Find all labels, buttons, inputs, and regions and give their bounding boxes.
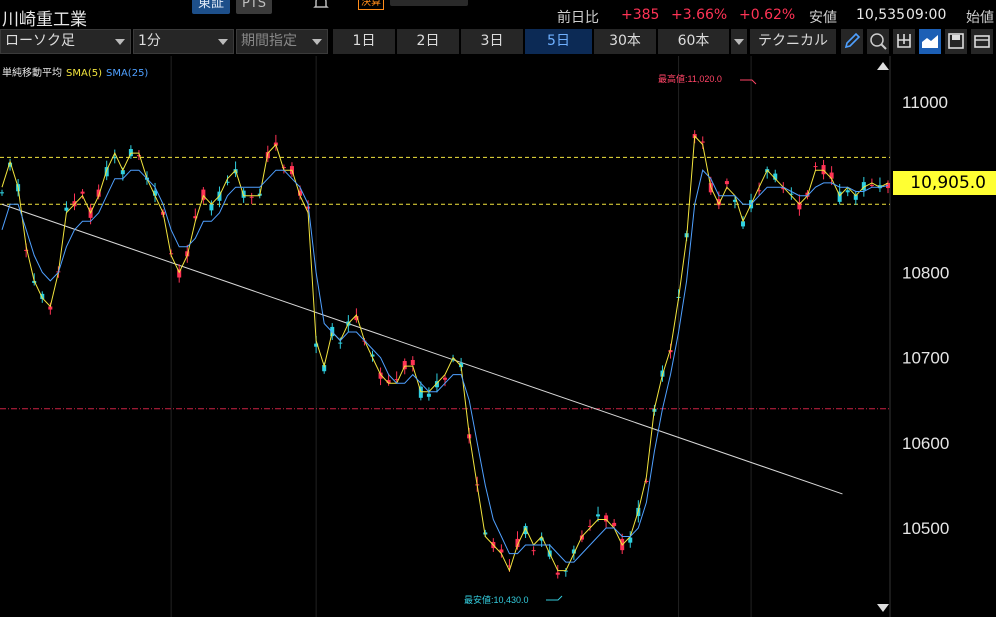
open-label: 始値 (966, 10, 994, 26)
high-price-label: 最高値:11,020.0 (658, 73, 722, 84)
technical-button[interactable]: テクニカル (750, 29, 836, 54)
prev-day-label: 前日比 (557, 10, 599, 26)
candle-body (410, 359, 415, 366)
more-periods-dropdown[interactable] (731, 29, 747, 54)
tab-exchange-tosho[interactable]: 東証 (192, 0, 231, 14)
y-tick-label: 10800 (902, 263, 949, 282)
period-tab-3d[interactable]: 3日 (461, 29, 523, 54)
area-chart-icon[interactable] (919, 29, 941, 54)
alert-bell-icon[interactable] (311, 0, 331, 14)
price-change-pct: +3.66% (671, 7, 728, 23)
chart-type-select[interactable]: ローソク足 (0, 29, 131, 54)
scroll-up-icon (877, 62, 889, 70)
low-label: 安値 (809, 10, 837, 26)
chart-type-value: ローソク足 (5, 33, 75, 49)
candle-body (555, 572, 560, 575)
y-tick-label: 10600 (902, 434, 949, 453)
memo-field[interactable] (390, 0, 468, 6)
stock-name: 川崎重工業 (2, 10, 87, 30)
low-value: 10,535 (856, 7, 905, 23)
y-tick-label: 10500 (902, 519, 949, 538)
y-tick-label: 10700 (902, 349, 949, 368)
tab-exchange-pts[interactable]: PTS (236, 0, 273, 14)
price-change-pct-2: +0.62% (739, 7, 796, 23)
interval-select[interactable]: 1分 (133, 29, 234, 54)
price-chart[interactable]: 110001090010800107001060010500最高値:11,020… (0, 56, 996, 617)
legend-sma25[interactable]: SMA(25) (106, 68, 148, 79)
candle-body (596, 514, 601, 517)
period-select[interactable]: 期間指定 (236, 29, 328, 54)
legend-indicator-name: 単純移動平均 (2, 68, 62, 79)
chevron-down-icon (312, 39, 322, 45)
low-marker (546, 595, 563, 601)
scroll-down-icon (877, 604, 889, 612)
candle-body (426, 393, 431, 397)
candle-body (531, 550, 536, 552)
high-marker (740, 79, 757, 85)
period-tab-30bars[interactable]: 30本 (594, 29, 656, 54)
candle-body (869, 184, 874, 186)
settings-icon[interactable] (971, 29, 993, 54)
legend-sma5[interactable]: SMA(5) (66, 68, 102, 79)
out-icon[interactable] (893, 29, 915, 54)
period-tab-1d[interactable]: 1日 (333, 29, 395, 54)
candle-body (112, 157, 117, 159)
candle-body (612, 522, 617, 526)
candle-body (64, 207, 69, 211)
candle-body (0, 192, 4, 194)
pencil-icon[interactable] (841, 29, 863, 54)
quote-time: 09:00 (906, 7, 947, 23)
chevron-down-icon (115, 39, 125, 45)
trendline (1, 203, 843, 495)
interval-value: 1分 (138, 33, 161, 49)
candle-body (724, 181, 729, 185)
period-placeholder: 期間指定 (241, 33, 297, 49)
candle-body (700, 141, 705, 143)
candle-body (209, 204, 214, 211)
period-tab-2d[interactable]: 2日 (397, 29, 459, 54)
current-price-box: 10,905.0 (893, 171, 996, 195)
kessan-badge: 決算 (358, 0, 384, 10)
candle-body (249, 196, 254, 198)
candle-body (813, 166, 818, 168)
candle-body (845, 190, 850, 193)
sma-line-25 (1, 169, 889, 563)
y-tick-label: 11000 (902, 93, 948, 112)
indicator-legend: 単純移動平均 SMA(5) SMA(25) (2, 64, 148, 79)
candle-body (201, 189, 206, 200)
candle-body (80, 191, 85, 194)
save-icon[interactable] (945, 29, 967, 54)
candle-body (821, 165, 826, 175)
zoom-icon[interactable] (867, 29, 889, 54)
quote-header (0, 0, 996, 28)
candle-body (338, 342, 343, 344)
period-tab-60bars[interactable]: 60本 (658, 29, 729, 54)
sma-line-5 (1, 134, 889, 572)
price-change: +385 (621, 7, 660, 23)
candle-body (443, 377, 447, 380)
period-tab-5d[interactable]: 5日 (525, 29, 592, 54)
low-price-label: 最安値:10,430.0 (464, 594, 529, 605)
chevron-down-icon (218, 39, 228, 45)
chevron-down-icon (734, 39, 744, 45)
